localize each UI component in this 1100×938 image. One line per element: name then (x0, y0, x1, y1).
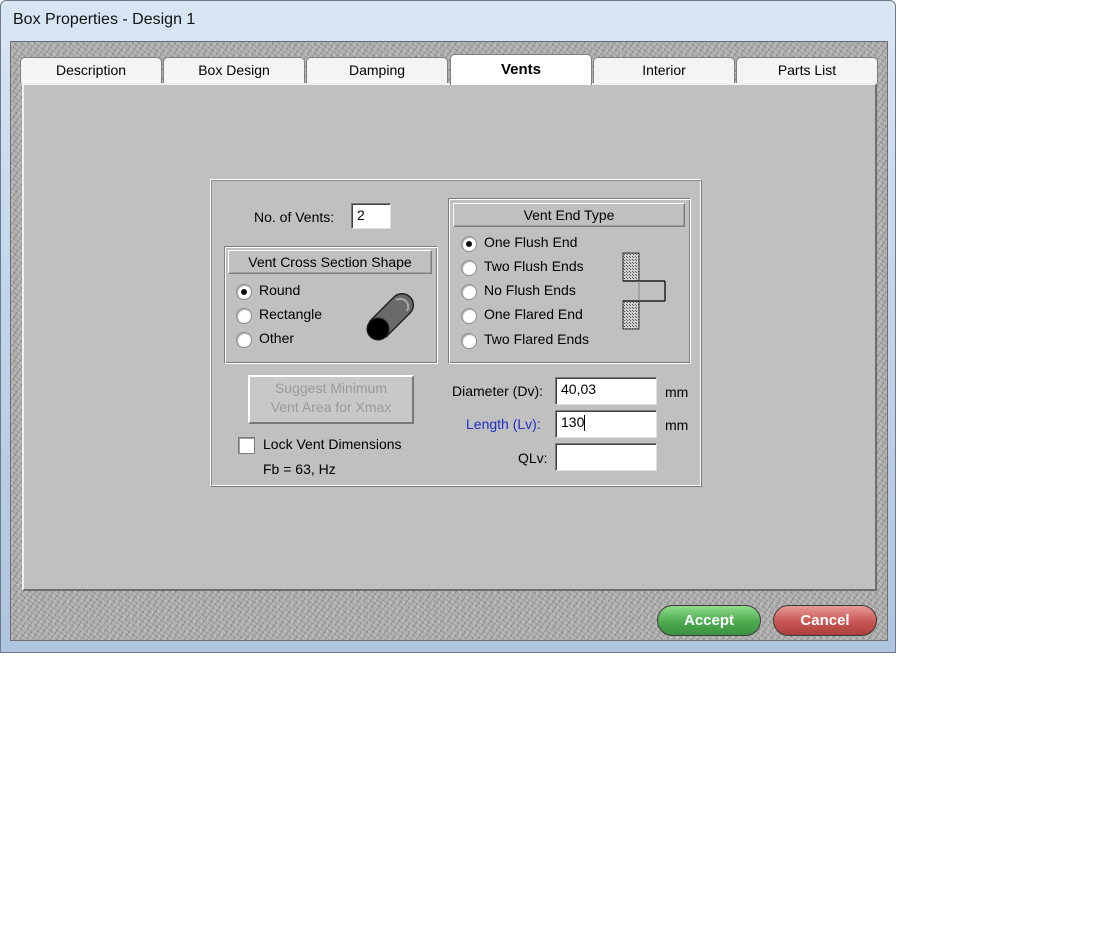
fb-readout: Fb = 63, Hz (263, 461, 336, 477)
tab-box-design[interactable]: Box Design (163, 57, 305, 83)
one-flared-end-label: One Flared End (484, 306, 583, 322)
round-label: Round (259, 282, 301, 298)
vents-panel: No. of Vents: 2 Vent Cross Section Shape… (22, 83, 877, 591)
no-flush-ends-label: No Flush Ends (484, 282, 576, 298)
radio-other[interactable] (236, 332, 252, 348)
dialog-frame: Description Box Design Damping Vents Int… (10, 41, 888, 641)
no-of-vents-input[interactable]: 2 (351, 203, 391, 229)
diameter-label: Diameter (Dv): (452, 383, 544, 399)
tab-description[interactable]: Description (20, 57, 162, 83)
qlv-label: QLv: (518, 450, 548, 466)
vents-group: No. of Vents: 2 Vent Cross Section Shape… (210, 179, 702, 487)
other-label: Other (259, 330, 295, 346)
box-properties-window: Box Properties - Design 1 Description Bo… (0, 0, 896, 653)
radio-no-flush-ends[interactable] (461, 284, 477, 300)
no-of-vents-label: No. of Vents: (254, 209, 335, 225)
flush-end-diagram-icon (622, 252, 666, 330)
one-flush-end-label: One Flush End (484, 234, 578, 250)
diameter-value: 40,03 (561, 381, 597, 397)
end-type-group: Vent End Type One Flush End Two Flush En… (448, 198, 691, 364)
tab-parts-list[interactable]: Parts List (736, 57, 878, 83)
length-label: Length (Lv): (466, 416, 541, 432)
lock-vent-dimensions-checkbox[interactable] (238, 437, 255, 454)
suggest-line-2: Vent Area for Xmax (270, 399, 392, 415)
tab-strip: Description Box Design Damping Vents Int… (20, 54, 880, 85)
diameter-input[interactable]: 40,03 (555, 377, 657, 405)
title-bar[interactable]: Box Properties - Design 1 (1, 1, 895, 41)
end-type-title: Vent End Type (453, 203, 685, 227)
two-flared-ends-label: Two Flared Ends (484, 331, 590, 347)
radio-two-flared-ends[interactable] (461, 333, 477, 349)
length-input[interactable]: 130 (555, 410, 657, 438)
radio-one-flared-end[interactable] (461, 308, 477, 324)
tab-damping[interactable]: Damping (306, 57, 448, 83)
tab-vents[interactable]: Vents (450, 54, 592, 85)
cross-section-group: Vent Cross Section Shape Round Rectangle… (224, 246, 438, 364)
suggest-minimum-vent-area-button[interactable]: Suggest Minimum Vent Area for Xmax (248, 375, 414, 424)
text-cursor (584, 415, 586, 432)
radio-round[interactable] (236, 284, 252, 300)
radio-one-flush-end[interactable] (461, 236, 477, 252)
round-tube-icon (366, 292, 415, 341)
suggest-line-1: Suggest Minimum (274, 380, 388, 396)
tab-interior[interactable]: Interior (593, 57, 735, 83)
accept-button[interactable]: Accept (657, 605, 761, 636)
qlv-input[interactable] (555, 443, 657, 471)
no-of-vents-value: 2 (357, 207, 365, 223)
two-flush-ends-label: Two Flush Ends (484, 258, 584, 274)
cross-section-title: Vent Cross Section Shape (228, 250, 432, 274)
length-value: 130 (561, 414, 585, 430)
window-title: Box Properties - Design 1 (13, 11, 196, 28)
length-unit: mm (665, 417, 689, 433)
rectangle-label: Rectangle (259, 306, 323, 322)
diameter-unit: mm (665, 384, 689, 400)
radio-two-flush-ends[interactable] (461, 260, 477, 276)
lock-vent-dimensions-label: Lock Vent Dimensions (263, 436, 402, 452)
radio-rectangle[interactable] (236, 308, 252, 324)
cancel-button[interactable]: Cancel (773, 605, 877, 636)
